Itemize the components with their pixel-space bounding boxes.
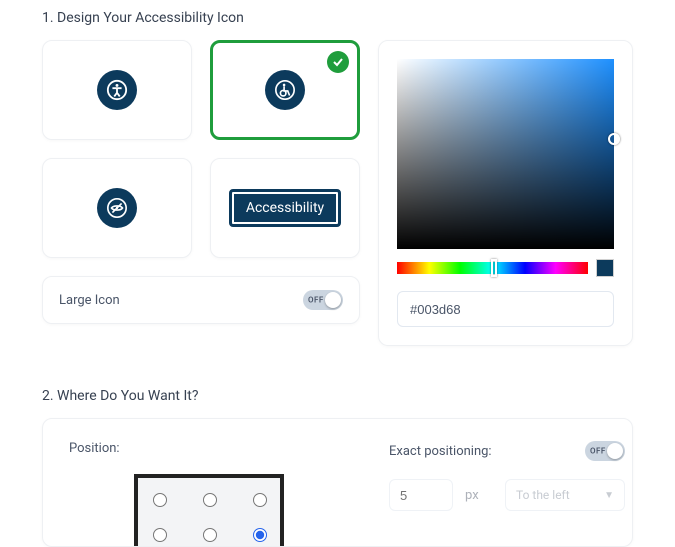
position-grid-frame	[134, 474, 284, 546]
offset-unit-0: px	[465, 488, 493, 503]
section-2-title: 2. Where Do You Want It?	[42, 388, 633, 404]
hex-input[interactable]	[397, 291, 614, 327]
pos-radio-3[interactable]	[153, 528, 167, 542]
toggle-state: OFF	[308, 296, 324, 305]
icon-option-person[interactable]	[42, 40, 192, 140]
wheelchair-icon	[265, 70, 305, 110]
position-card: Position: Exact positioning:	[42, 418, 633, 547]
exact-positioning-toggle[interactable]: OFF	[585, 441, 625, 461]
check-icon	[327, 51, 349, 73]
pos-radio-0[interactable]	[153, 493, 167, 507]
position-label: Position:	[69, 441, 349, 456]
toggle-state: OFF	[590, 447, 606, 456]
color-swatch	[596, 259, 614, 277]
eye-slash-icon	[97, 188, 137, 228]
chevron-down-icon: ▼	[604, 490, 614, 501]
direction-select-0[interactable]: To the left ▼	[505, 479, 625, 511]
large-icon-label: Large Icon	[59, 293, 120, 308]
pos-radio-1[interactable]	[203, 493, 217, 507]
pos-radio-4[interactable]	[203, 528, 217, 542]
offset-input-0[interactable]	[389, 479, 453, 511]
pos-radio-5[interactable]	[253, 528, 267, 542]
sv-cursor[interactable]	[608, 133, 620, 145]
color-picker-panel	[378, 40, 633, 346]
icon-option-wheelchair[interactable]	[210, 40, 360, 140]
exact-row-0: px To the left ▼	[389, 479, 625, 511]
exact-positioning-label: Exact positioning:	[389, 444, 492, 459]
large-icon-row: Large Icon OFF	[42, 276, 360, 324]
hue-slider[interactable]	[397, 262, 588, 274]
accessibility-text-button: Accessibility	[229, 189, 341, 227]
person-icon	[97, 70, 137, 110]
saturation-value-area[interactable]	[397, 59, 614, 249]
section-1-title: 1. Design Your Accessibility Icon	[42, 10, 633, 26]
hue-cursor[interactable]	[491, 259, 497, 277]
icon-option-text-button[interactable]: Accessibility	[210, 158, 360, 258]
large-icon-toggle[interactable]: OFF	[303, 290, 343, 310]
icon-grid: Accessibility	[42, 40, 360, 258]
pos-radio-2[interactable]	[253, 493, 267, 507]
icon-option-eye-slash[interactable]	[42, 158, 192, 258]
